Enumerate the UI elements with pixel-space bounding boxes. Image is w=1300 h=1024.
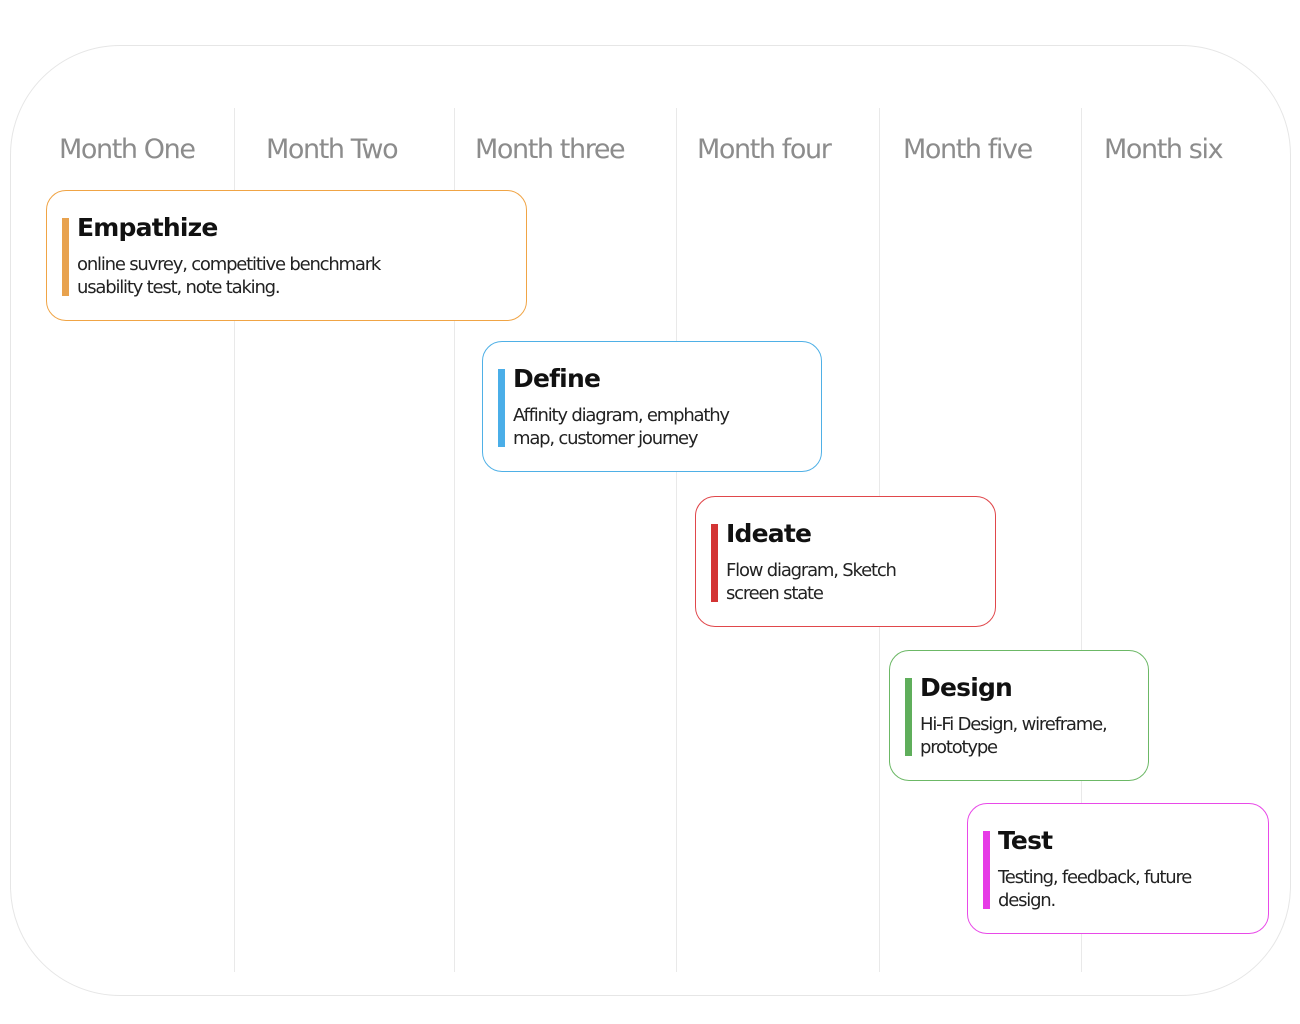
phase-description: Affinity diagram, emphathy map, customer… [513, 405, 730, 449]
phase-card-ideate: Ideate Flow diagram, Sketch screen state [695, 496, 996, 627]
phase-title: Ideate [726, 519, 812, 548]
phase-title: Empathize [77, 213, 218, 242]
month-label-six: Month six [1104, 134, 1224, 165]
phase-description: Flow diagram, Sketch screen state [726, 560, 897, 604]
month-label-five: Month five [903, 134, 1033, 165]
phase-description: Testing, feedback, future design. [998, 867, 1192, 911]
phase-color-bar [905, 678, 912, 756]
month-divider [676, 108, 677, 972]
phase-color-bar [498, 369, 505, 447]
phase-card-design: Design Hi-Fi Design, wireframe, prototyp… [889, 650, 1149, 781]
phase-description: online suvrey, competitive benchmark usa… [77, 254, 381, 298]
phase-color-bar [711, 524, 718, 602]
phase-card-test: Test Testing, feedback, future design. [967, 803, 1269, 934]
phase-color-bar [983, 831, 990, 909]
phase-title: Test [998, 826, 1053, 855]
phase-title: Define [513, 364, 601, 393]
month-label-three: Month three [475, 134, 626, 165]
month-label-two: Month Two [266, 134, 399, 165]
phase-description: Hi-Fi Design, wireframe, prototype [920, 714, 1108, 758]
month-label-four: Month four [697, 134, 832, 165]
phase-card-empathize: Empathize online suvrey, competitive ben… [46, 190, 527, 321]
phase-card-define: Define Affinity diagram, emphathy map, c… [482, 341, 822, 472]
phase-title: Design [920, 673, 1013, 702]
phase-color-bar [62, 218, 69, 296]
month-label-one: Month One [59, 134, 196, 165]
